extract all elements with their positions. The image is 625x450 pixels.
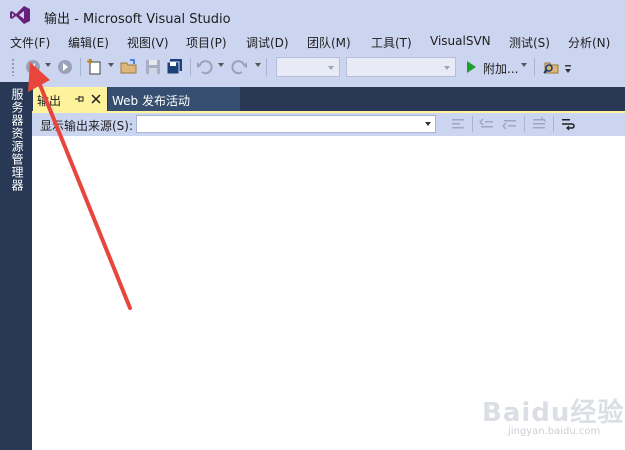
- tab-output[interactable]: 输出: [33, 87, 107, 111]
- redo-dropdown-chevron-icon[interactable]: [255, 63, 261, 67]
- menu-team[interactable]: 团队(M): [307, 34, 351, 51]
- chevron-down-icon: [425, 122, 431, 126]
- back-dropdown-chevron-icon[interactable]: [45, 63, 51, 67]
- server-explorer-tab[interactable]: 服务器资源管理器: [9, 88, 26, 192]
- solution-configuration-combo[interactable]: [276, 57, 340, 77]
- menu-file[interactable]: 文件(F): [10, 34, 50, 51]
- menu-visualsvn[interactable]: VisualSVN: [430, 34, 491, 48]
- pin-icon[interactable]: [73, 93, 85, 105]
- menu-tools[interactable]: 工具(T): [371, 34, 412, 51]
- output-source-label: 显示输出来源(S):: [40, 119, 134, 133]
- watermark-subtext: jingyan.baidu.com: [508, 426, 601, 437]
- toolbar-separator: [190, 58, 191, 76]
- find-message-icon[interactable]: [450, 116, 466, 132]
- toolbar-separator: [553, 116, 554, 132]
- title-bar: 输出 - Microsoft Visual Studio: [0, 0, 625, 30]
- watermark-text: Baidu经验: [482, 398, 625, 428]
- attach-dropdown-chevron-icon[interactable]: [521, 63, 527, 67]
- baidu-watermark: Baidu经验 jingyan.baidu.com: [478, 392, 623, 442]
- toolbar-separator: [472, 116, 473, 132]
- visual-studio-logo-icon: [10, 6, 30, 24]
- standard-toolbar: 附加...: [0, 54, 625, 80]
- menu-project[interactable]: 项目(P): [186, 34, 227, 51]
- new-project-icon[interactable]: [86, 58, 104, 76]
- new-project-dropdown-chevron-icon[interactable]: [108, 63, 114, 67]
- toggle-word-wrap-icon[interactable]: [560, 116, 576, 132]
- start-debug-icon: [467, 61, 476, 73]
- menu-analyze[interactable]: 分析(N): [568, 34, 610, 51]
- undo-icon[interactable]: [196, 58, 214, 76]
- menu-debug[interactable]: 调试(D): [246, 34, 289, 51]
- window-title: 输出 - Microsoft Visual Studio: [44, 12, 231, 27]
- toolbar-separator: [534, 58, 535, 76]
- toolbar-overflow-icon[interactable]: [564, 64, 572, 74]
- tool-window-tabstrip: 输出 Web 发布活动: [32, 87, 625, 111]
- redo-icon[interactable]: [230, 58, 248, 76]
- chevron-down-icon: [328, 66, 334, 70]
- save-icon[interactable]: [144, 58, 162, 76]
- go-to-previous-message-icon[interactable]: [479, 116, 495, 132]
- attach-label: 附加...: [483, 62, 519, 76]
- server-explorer-strip: 服务器资源管理器: [0, 82, 32, 450]
- save-all-icon[interactable]: [166, 58, 184, 76]
- close-icon[interactable]: [90, 93, 102, 105]
- toolbar-grip[interactable]: [11, 58, 15, 76]
- back-arrow-icon[interactable]: [24, 58, 42, 76]
- output-toolbar: 显示输出来源(S):: [32, 113, 625, 136]
- find-in-files-icon[interactable]: [542, 58, 560, 76]
- menu-view[interactable]: 视图(V): [127, 34, 169, 51]
- menu-edit[interactable]: 编辑(E): [68, 34, 109, 51]
- solution-platform-combo[interactable]: [346, 57, 456, 77]
- toolbar-separator: [266, 58, 267, 76]
- menu-bar: 文件(F) 编辑(E) 视图(V) 项目(P) 调试(D) 团队(M) 工具(T…: [0, 30, 625, 52]
- attach-button[interactable]: 附加...: [463, 57, 529, 77]
- toolbar-separator: [80, 58, 81, 76]
- undo-dropdown-chevron-icon[interactable]: [218, 63, 224, 67]
- menu-test[interactable]: 测试(S): [509, 34, 550, 51]
- open-file-icon[interactable]: [120, 58, 138, 76]
- tab-web-publish-activity[interactable]: Web 发布活动: [108, 87, 240, 111]
- forward-arrow-icon[interactable]: [56, 58, 74, 76]
- output-source-select[interactable]: [136, 115, 436, 133]
- toolbar-separator: [524, 116, 525, 132]
- chevron-down-icon: [444, 66, 450, 70]
- clear-all-icon[interactable]: [531, 116, 547, 132]
- go-to-next-message-icon[interactable]: [502, 116, 518, 132]
